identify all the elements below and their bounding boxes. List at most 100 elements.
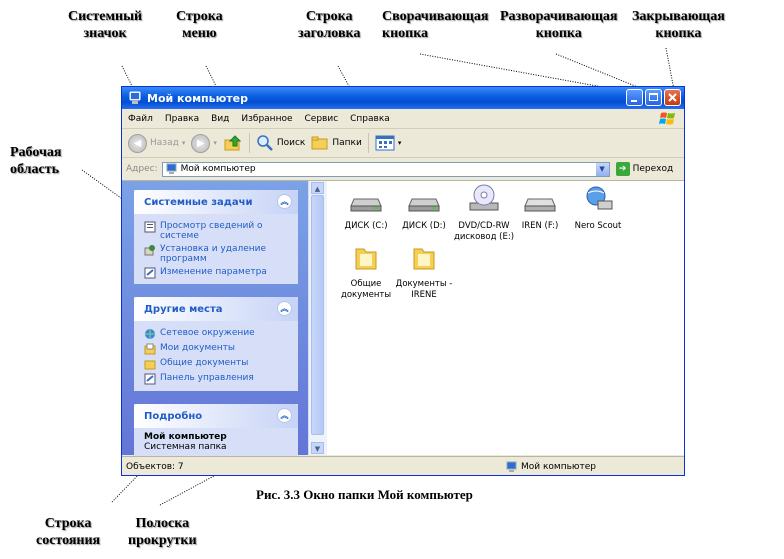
address-dropdown-icon[interactable]: ▼	[594, 162, 609, 176]
drive-c[interactable]: ДИСК (C:)	[334, 187, 398, 232]
collapse-chevron-icon[interactable]: ︽	[277, 301, 292, 316]
my-computer-small-icon	[506, 461, 517, 472]
forward-arrow-icon: ▶	[191, 133, 211, 153]
place-control-panel[interactable]: Панель управления	[144, 373, 290, 385]
drive-d[interactable]: ДИСК (D:)	[392, 187, 456, 232]
views-button[interactable]: ▾	[375, 135, 402, 151]
go-button[interactable]: ➔ Переход	[615, 162, 673, 176]
file-label: Документы - IRENE	[395, 279, 453, 300]
forward-button[interactable]: ▶ ▾	[191, 133, 217, 153]
removable-drive-icon	[524, 198, 556, 212]
annotation-title-bar: Строка заголовка	[298, 9, 361, 41]
details-panel: Подробно ︽ Мой компьютер Системная папка	[134, 404, 298, 464]
menu-view[interactable]: Вид	[205, 114, 235, 124]
menu-file[interactable]: Файл	[122, 114, 159, 124]
menu-bar: Файл Правка Вид Избранное Сервис Справка	[122, 109, 684, 129]
status-object-count: Объектов: 7	[126, 461, 184, 472]
details-header[interactable]: Подробно ︽	[134, 404, 298, 428]
maximize-button[interactable]	[645, 89, 662, 106]
details-name: Мой компьютер	[144, 432, 227, 442]
drive-f[interactable]: IREN (F:)	[508, 187, 572, 232]
search-button[interactable]: Поиск	[256, 134, 305, 152]
folder-icon	[355, 248, 377, 270]
back-arrow-icon: ◀	[128, 133, 147, 153]
menu-edit[interactable]: Правка	[159, 114, 205, 124]
scroll-down-icon[interactable]: ▼	[311, 442, 324, 454]
dvd-drive-icon	[469, 184, 499, 211]
network-places-icon	[145, 329, 155, 339]
details-title: Подробно	[144, 410, 203, 422]
pointer-close	[665, 47, 675, 91]
close-icon	[668, 93, 677, 102]
shared-documents[interactable]: Общие документы	[334, 245, 398, 301]
annotation-system-icon: Системный значок	[68, 9, 143, 41]
irene-documents[interactable]: Документы - IRENE	[392, 245, 456, 301]
menu-help[interactable]: Справка	[344, 114, 396, 124]
annotation-scroll-bar: Полоска прокрутки	[128, 516, 197, 548]
place-my-documents[interactable]: Мои документы	[144, 343, 290, 355]
toolbar: ◀ Назад ▾ ▶ ▾ Поиск Папки ▾	[122, 129, 684, 158]
views-dropdown-icon: ▾	[397, 139, 402, 147]
scroll-thumb[interactable]	[311, 195, 324, 435]
address-bar: Адрес: Мой компьютер ▼ ➔ Переход	[122, 159, 684, 179]
file-label: ДИСК (C:)	[344, 221, 388, 231]
other-places-header[interactable]: Другие места ︽	[134, 297, 298, 321]
place-label: Мои документы	[160, 343, 236, 353]
address-input[interactable]: Мой компьютер ▼	[161, 161, 610, 177]
minimize-button[interactable]	[626, 89, 643, 106]
task-add-remove-programs[interactable]: Установка и удаление программ	[144, 244, 290, 264]
annotation-menu-bar: Строка меню	[176, 9, 223, 41]
collapse-chevron-icon[interactable]: ︽	[277, 408, 292, 423]
place-shared-documents[interactable]: Общие документы	[144, 358, 290, 370]
task-label: Изменение параметра	[160, 267, 267, 277]
maximize-icon	[649, 93, 658, 101]
go-arrow-icon: ➔	[615, 162, 630, 176]
place-network[interactable]: Сетевое окружение	[144, 328, 290, 340]
system-tasks-header[interactable]: Системные задачи ︽	[134, 190, 298, 214]
status-location: Мой компьютер	[521, 461, 596, 472]
vertical-scrollbar[interactable]: ▲ ▼	[308, 181, 327, 455]
task-change-setting[interactable]: Изменение параметра	[144, 267, 290, 279]
scroll-up-icon[interactable]: ▲	[311, 182, 324, 194]
control-panel-icon	[144, 373, 156, 385]
folders-button[interactable]: Папки	[311, 135, 362, 151]
system-icon[interactable]	[128, 91, 142, 105]
my-computer-small-icon	[166, 163, 177, 174]
annotation-minimize-button: Сворачивающая кнопка	[382, 9, 489, 41]
place-label: Общие документы	[160, 358, 249, 368]
network-drive-icon	[586, 186, 613, 210]
collapse-chevron-icon[interactable]: ︽	[277, 194, 292, 209]
back-label: Назад	[150, 138, 179, 148]
annotation-close-button: Закрывающая кнопка	[632, 9, 725, 41]
place-label: Сетевое окружение	[160, 328, 255, 338]
folder-up-icon	[224, 135, 242, 151]
menu-favorites[interactable]: Избранное	[235, 114, 298, 124]
forward-dropdown-icon[interactable]: ▾	[213, 139, 217, 147]
back-dropdown-icon[interactable]: ▾	[182, 139, 186, 147]
file-label: ДИСК (D:)	[402, 221, 446, 231]
hard-drive-icon	[408, 198, 440, 212]
pointer-title-bar	[337, 65, 351, 89]
figure-caption: Рис. 3.3 Окно папки Мой компьютер	[256, 487, 473, 502]
system-tasks-panel: Системные задачи ︽ Просмотр сведений о с…	[134, 190, 298, 284]
add-remove-programs-icon	[144, 245, 155, 256]
back-button[interactable]: ◀ Назад ▾	[128, 133, 186, 153]
task-pane: Системные задачи ︽ Просмотр сведений о с…	[122, 181, 308, 464]
annotation-status-bar: Строка состояния	[36, 516, 101, 548]
toolbar-separator	[248, 133, 250, 153]
search-icon	[257, 135, 273, 151]
folders-icon	[311, 136, 328, 150]
nero-scout[interactable]: Nero Scout	[566, 185, 630, 232]
content-area: Системные задачи ︽ Просмотр сведений о с…	[122, 180, 684, 464]
hard-drive-icon	[350, 198, 382, 212]
task-label: Установка и удаление программ	[160, 244, 267, 264]
system-tasks-title: Системные задачи	[144, 196, 253, 208]
up-button[interactable]	[223, 133, 243, 153]
title-bar[interactable]: Мой компьютер	[122, 87, 684, 109]
task-view-system-info[interactable]: Просмотр сведений о системе	[144, 221, 290, 241]
close-button[interactable]	[664, 89, 681, 106]
menu-tools[interactable]: Сервис	[299, 114, 345, 124]
task-label: Просмотр сведений о системе	[160, 221, 263, 241]
folder-icon	[144, 360, 156, 370]
folder-icon	[413, 248, 435, 270]
